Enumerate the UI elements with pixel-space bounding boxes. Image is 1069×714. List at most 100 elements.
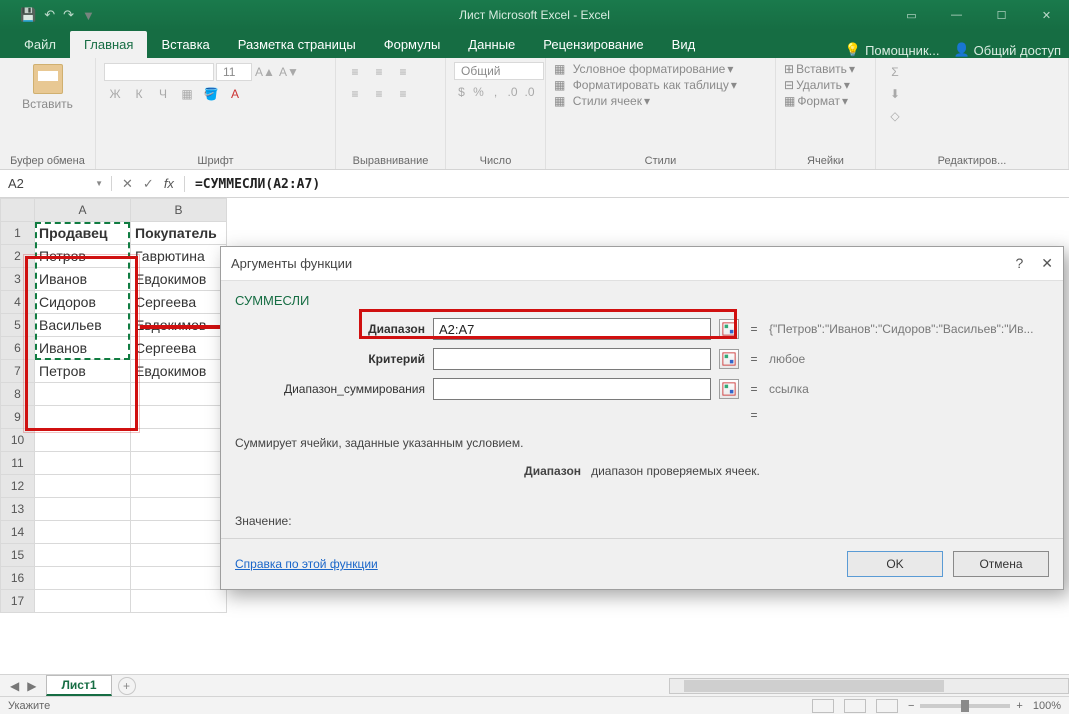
range-picker-icon[interactable] bbox=[719, 379, 739, 399]
shrink-font-icon[interactable]: A▼ bbox=[278, 62, 300, 82]
cell[interactable]: Гаврютина bbox=[131, 245, 227, 268]
cell[interactable]: Петров bbox=[35, 360, 131, 383]
number-format-select[interactable]: Общий bbox=[454, 62, 544, 80]
font-name-select[interactable] bbox=[104, 63, 214, 81]
paste-button[interactable]: Вставить bbox=[8, 62, 87, 113]
row-header[interactable]: 6 bbox=[1, 337, 35, 360]
view-page-layout-icon[interactable] bbox=[844, 699, 866, 713]
function-help-link[interactable]: Справка по этой функции bbox=[235, 557, 378, 571]
undo-icon[interactable]: ↶ bbox=[44, 7, 55, 23]
dec-decimal-icon[interactable]: .0 bbox=[522, 82, 537, 102]
tab-data[interactable]: Данные bbox=[454, 31, 529, 58]
arg-input-sum-range[interactable] bbox=[433, 378, 711, 400]
font-color-icon[interactable]: A bbox=[224, 84, 246, 104]
row-header[interactable]: 9 bbox=[1, 406, 35, 429]
zoom-in-icon[interactable]: + bbox=[1016, 700, 1022, 712]
minimize-button[interactable]: — bbox=[934, 0, 979, 30]
inc-decimal-icon[interactable]: .0 bbox=[505, 82, 520, 102]
formula-input[interactable]: =СУММЕСЛИ(A2:A7) bbox=[185, 176, 330, 192]
cell[interactable]: Сергеева bbox=[131, 291, 227, 314]
help-icon[interactable]: ? bbox=[1015, 255, 1023, 272]
save-icon[interactable]: 💾 bbox=[20, 7, 36, 23]
row-header[interactable]: 3 bbox=[1, 268, 35, 291]
add-sheet-button[interactable]: + bbox=[118, 677, 136, 695]
row-header[interactable]: 15 bbox=[1, 544, 35, 567]
comma-icon[interactable]: , bbox=[488, 82, 503, 102]
align-right-icon[interactable]: ≡ bbox=[392, 84, 414, 104]
bold-button[interactable]: Ж bbox=[104, 84, 126, 104]
name-box[interactable]: A2 ▼ bbox=[0, 176, 112, 191]
row-header[interactable]: 14 bbox=[1, 521, 35, 544]
maximize-button[interactable]: ☐ bbox=[979, 0, 1024, 30]
arg-input-range[interactable] bbox=[433, 318, 711, 340]
borders-icon[interactable]: ▦ bbox=[176, 84, 198, 104]
redo-icon[interactable]: ↷ bbox=[63, 7, 74, 23]
col-header-A[interactable]: A bbox=[35, 199, 131, 222]
share-button[interactable]: 👤Общий доступ bbox=[953, 42, 1061, 58]
row-header[interactable]: 7 bbox=[1, 360, 35, 383]
tab-view[interactable]: Вид bbox=[658, 31, 710, 58]
row-header[interactable]: 16 bbox=[1, 567, 35, 590]
ribbon-options-icon[interactable]: ▭ bbox=[889, 0, 934, 30]
qat-customize-icon[interactable]: ▼ bbox=[82, 8, 95, 23]
cell[interactable]: Евдокимов bbox=[131, 268, 227, 291]
fill-color-icon[interactable]: 🪣 bbox=[200, 84, 222, 104]
row-header[interactable]: 10 bbox=[1, 429, 35, 452]
align-left-icon[interactable]: ≡ bbox=[344, 84, 366, 104]
ok-button[interactable]: OK bbox=[847, 551, 943, 577]
arg-input-criteria[interactable] bbox=[433, 348, 711, 370]
tab-formulas[interactable]: Формулы bbox=[370, 31, 455, 58]
cancel-button[interactable]: Отмена bbox=[953, 551, 1049, 577]
enter-formula-icon[interactable]: ✓ bbox=[143, 176, 154, 192]
row-header[interactable]: 1 bbox=[1, 222, 35, 245]
cell[interactable]: Сергеева bbox=[131, 337, 227, 360]
currency-icon[interactable]: $ bbox=[454, 82, 469, 102]
tab-insert[interactable]: Вставка bbox=[147, 31, 223, 58]
zoom-level[interactable]: 100% bbox=[1033, 700, 1061, 712]
cell[interactable]: Продавец bbox=[35, 222, 131, 245]
cell[interactable]: Евдокимов bbox=[131, 314, 227, 337]
tab-home[interactable]: Главная bbox=[70, 31, 147, 58]
view-normal-icon[interactable] bbox=[812, 699, 834, 713]
zoom-slider[interactable]: − + bbox=[908, 700, 1023, 712]
tab-review[interactable]: Рецензирование bbox=[529, 31, 657, 58]
tell-me[interactable]: 💡Помощник... bbox=[845, 42, 940, 58]
align-top-icon[interactable]: ≡ bbox=[344, 62, 366, 82]
align-center-icon[interactable]: ≡ bbox=[368, 84, 390, 104]
cell[interactable]: Сидоров bbox=[35, 291, 131, 314]
cells-insert[interactable]: ⊞ Вставить ▾ bbox=[784, 62, 867, 76]
font-size-select[interactable]: 11 bbox=[216, 63, 252, 81]
row-header[interactable]: 8 bbox=[1, 383, 35, 406]
sheet-nav-next-icon[interactable]: ▶ bbox=[27, 679, 36, 693]
grow-font-icon[interactable]: A▲ bbox=[254, 62, 276, 82]
close-button[interactable]: ✕ bbox=[1024, 0, 1069, 30]
cell[interactable]: Иванов bbox=[35, 337, 131, 360]
cells-format[interactable]: ▦ Формат ▾ bbox=[784, 94, 867, 108]
sheet-tab-active[interactable]: Лист1 bbox=[46, 675, 111, 696]
cell[interactable]: Евдокимов bbox=[131, 360, 227, 383]
zoom-out-icon[interactable]: − bbox=[908, 700, 914, 712]
align-bottom-icon[interactable]: ≡ bbox=[392, 62, 414, 82]
row-header[interactable]: 12 bbox=[1, 475, 35, 498]
sheet-nav-prev-icon[interactable]: ◀ bbox=[10, 679, 19, 693]
range-picker-icon[interactable] bbox=[719, 349, 739, 369]
cell[interactable]: Петров bbox=[35, 245, 131, 268]
percent-icon[interactable]: % bbox=[471, 82, 486, 102]
tab-file[interactable]: Файл bbox=[10, 31, 70, 58]
fill-icon[interactable]: ⬇ bbox=[884, 84, 906, 104]
underline-button[interactable]: Ч bbox=[152, 84, 174, 104]
autosum-icon[interactable]: Σ bbox=[884, 62, 906, 82]
range-picker-icon[interactable] bbox=[719, 319, 739, 339]
format-as-table[interactable]: ▦ Форматировать как таблицу ▾ bbox=[554, 78, 767, 92]
row-header[interactable]: 5 bbox=[1, 314, 35, 337]
row-header[interactable]: 2 bbox=[1, 245, 35, 268]
cells-delete[interactable]: ⊟ Удалить ▾ bbox=[784, 78, 867, 92]
cancel-formula-icon[interactable]: ✕ bbox=[122, 176, 133, 192]
row-header[interactable]: 4 bbox=[1, 291, 35, 314]
select-all-corner[interactable] bbox=[1, 199, 35, 222]
dialog-close-icon[interactable]: ✕ bbox=[1041, 255, 1053, 272]
tab-page-layout[interactable]: Разметка страницы bbox=[224, 31, 370, 58]
row-header[interactable]: 17 bbox=[1, 590, 35, 613]
col-header-B[interactable]: B bbox=[131, 199, 227, 222]
italic-button[interactable]: К bbox=[128, 84, 150, 104]
